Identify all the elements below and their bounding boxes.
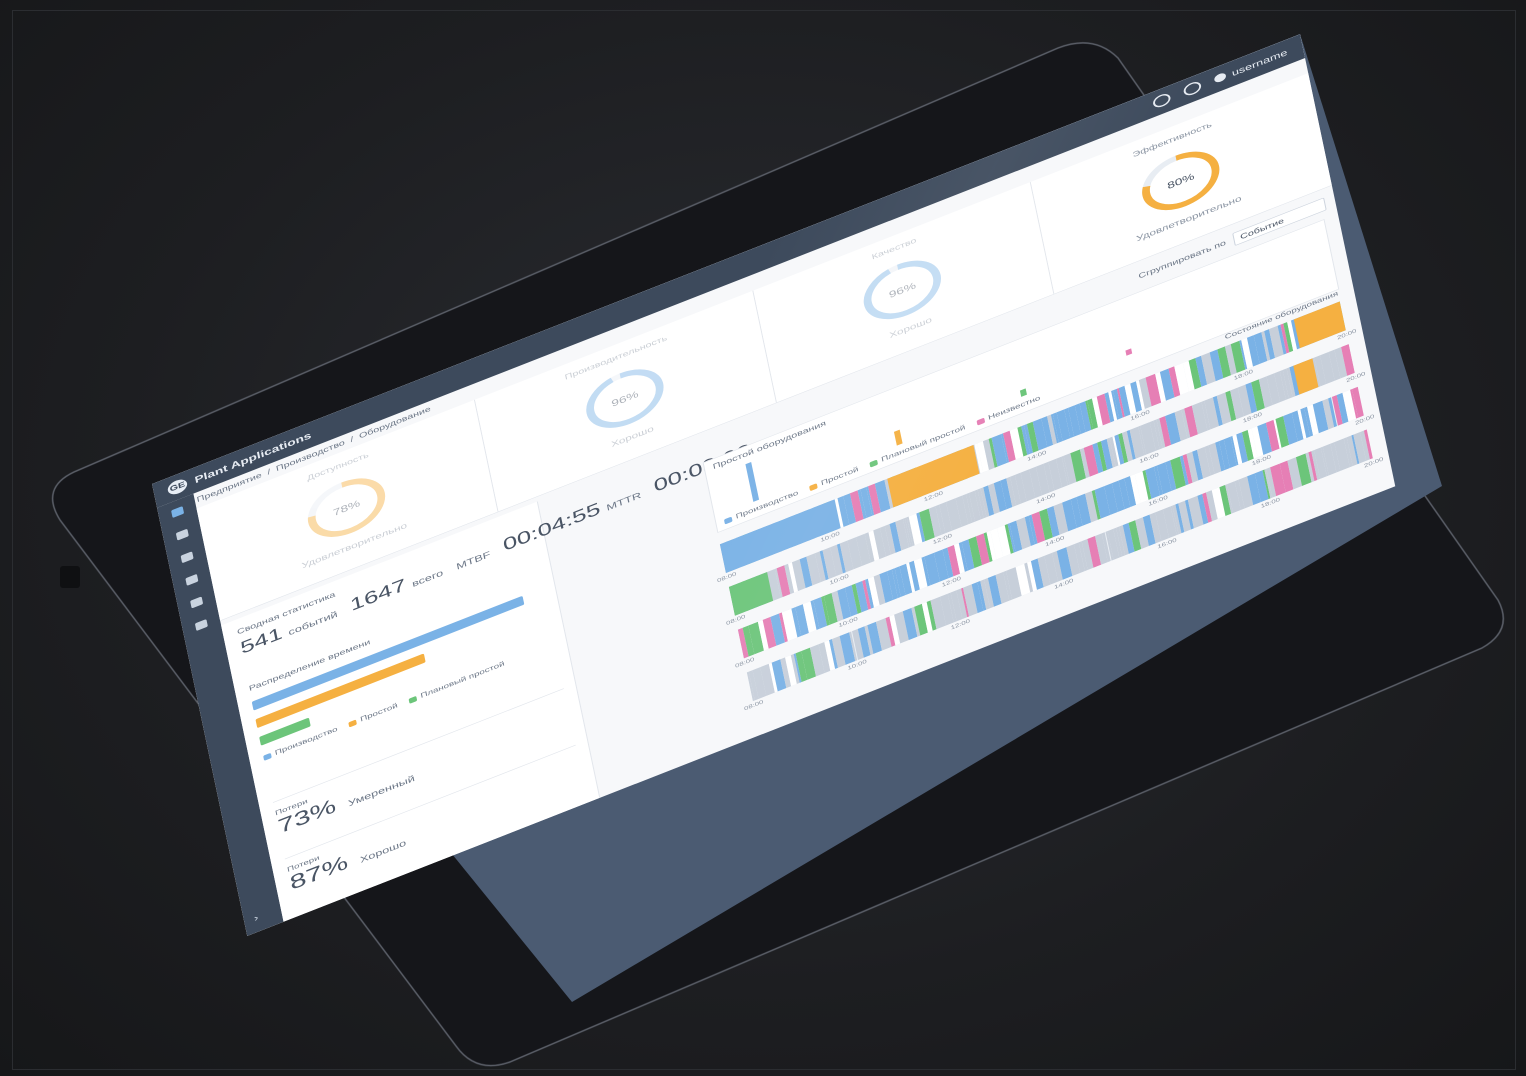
total-label: всего bbox=[411, 567, 444, 589]
equipment-icon bbox=[175, 528, 189, 541]
breadcrumb-separator: / bbox=[349, 435, 355, 444]
kpi-value: 78% bbox=[332, 497, 361, 518]
histogram-bar bbox=[1125, 348, 1133, 356]
dashboard-icon bbox=[171, 506, 185, 519]
tablet-side-button bbox=[60, 566, 80, 588]
expand-sidebar-icon[interactable]: › bbox=[253, 912, 260, 924]
histogram-bar bbox=[1019, 388, 1027, 397]
legend-swatch bbox=[263, 752, 272, 761]
ge-logo: GE bbox=[166, 476, 189, 497]
settings-icon bbox=[190, 596, 204, 609]
legend-swatch bbox=[348, 719, 358, 728]
analysis-icon bbox=[185, 573, 199, 586]
kpi-value: 96% bbox=[610, 388, 639, 409]
histogram-bar bbox=[893, 429, 903, 446]
histogram-bar bbox=[745, 461, 760, 502]
kpi-value: 96% bbox=[888, 279, 917, 300]
kpi-value: 80% bbox=[1166, 170, 1195, 191]
info-icon bbox=[194, 619, 208, 632]
user-avatar-icon bbox=[1213, 71, 1227, 84]
help-icon[interactable] bbox=[1152, 91, 1172, 110]
notifications-icon[interactable] bbox=[1182, 79, 1203, 98]
breadcrumb-separator: / bbox=[266, 467, 272, 477]
legend-swatch bbox=[408, 695, 418, 704]
mtbf-label: MTBF bbox=[455, 548, 492, 572]
reports-icon bbox=[180, 551, 194, 564]
legend-label: Простой bbox=[359, 702, 399, 724]
